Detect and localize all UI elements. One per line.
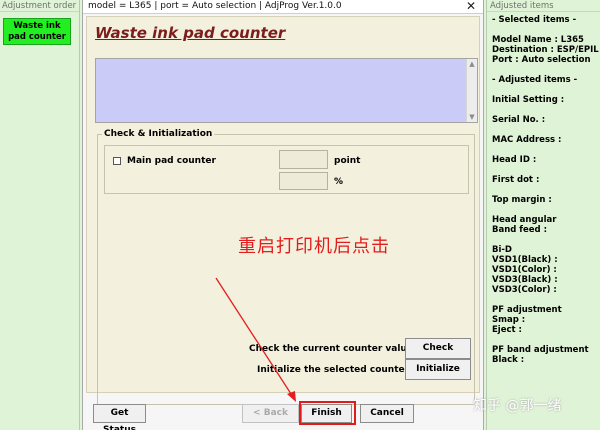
info-line: Model Name : L365 xyxy=(492,35,584,45)
info-line: Initial Setting : xyxy=(492,95,565,105)
info-line: - Adjusted items - xyxy=(492,75,578,85)
info-line: MAC Address : xyxy=(492,135,562,145)
adjprog-dialog: model = L365 | port = Auto selection | A… xyxy=(82,0,484,430)
content-area: Waste ink pad counter ▲ ▼ Check & Initia… xyxy=(86,16,480,405)
info-line: VSD3(Black) : xyxy=(492,275,558,285)
percent-unit: % xyxy=(334,177,344,187)
back-button[interactable]: < Back xyxy=(242,404,299,423)
info-line: Serial No. : xyxy=(492,115,546,125)
adjusted-items-panel: Adjusted items - Selected items - Model … xyxy=(486,0,600,430)
main-pad-counter-label: Main pad counter xyxy=(127,156,216,166)
page-heading: Waste ink pad counter xyxy=(95,24,286,42)
info-line: PF adjustment xyxy=(492,305,562,315)
counter-row: Main pad counter point % xyxy=(104,145,469,194)
percent-value-field xyxy=(279,172,328,190)
info-line: Top margin : xyxy=(492,195,552,205)
waste-ink-pad-counter-item[interactable]: Waste ink pad counter xyxy=(3,18,71,45)
group-title: Check & Initialization xyxy=(102,129,215,139)
point-unit: point xyxy=(334,156,361,166)
info-line: Bi-D xyxy=(492,245,512,255)
initialize-button[interactable]: Initialize xyxy=(405,359,471,380)
info-line: VSD1(Black) : xyxy=(492,255,558,265)
main-pad-counter-checkbox[interactable] xyxy=(113,157,121,165)
info-line: PF band adjustment xyxy=(492,345,589,355)
info-line: First dot : xyxy=(492,175,540,185)
info-line: Band feed : xyxy=(492,225,547,235)
watermark: 知乎 @郭一绪 xyxy=(473,398,562,414)
info-line: Port : Auto selection xyxy=(492,55,591,65)
adjustment-order-panel: Adjustment order Waste ink pad counter xyxy=(0,0,80,430)
close-icon[interactable]: ✕ xyxy=(465,0,477,13)
info-line: - Selected items - xyxy=(492,15,577,25)
info-line: Head angular xyxy=(492,215,557,225)
scroll-up-icon[interactable]: ▲ xyxy=(467,60,477,68)
message-scrollbar[interactable]: ▲ ▼ xyxy=(466,59,477,122)
get-status-button[interactable]: Get Status xyxy=(93,404,146,430)
message-box: ▲ ▼ xyxy=(95,58,478,123)
annotation-text: 重启打印机后点击 xyxy=(238,236,390,257)
info-line: Smap : xyxy=(492,315,526,325)
scroll-down-icon[interactable]: ▼ xyxy=(467,113,477,121)
info-line: VSD1(Color) : xyxy=(492,265,557,275)
point-value-field xyxy=(279,150,328,169)
info-line: Eject : xyxy=(492,325,522,335)
info-line: VSD3(Color) : xyxy=(492,285,557,295)
check-button[interactable]: Check xyxy=(405,338,471,359)
adjusted-items-title: Adjusted items xyxy=(487,0,600,12)
info-line: Head ID : xyxy=(492,155,537,165)
cancel-button[interactable]: Cancel xyxy=(360,404,414,423)
finish-highlight-box xyxy=(299,401,356,425)
info-line: Destination : ESP/EPIL xyxy=(492,45,599,55)
title-bar: model = L365 | port = Auto selection | A… xyxy=(83,0,483,14)
adjustment-order-title: Adjustment order xyxy=(0,0,79,12)
info-line: Black : xyxy=(492,355,525,365)
window-title: model = L365 | port = Auto selection | A… xyxy=(88,1,342,11)
